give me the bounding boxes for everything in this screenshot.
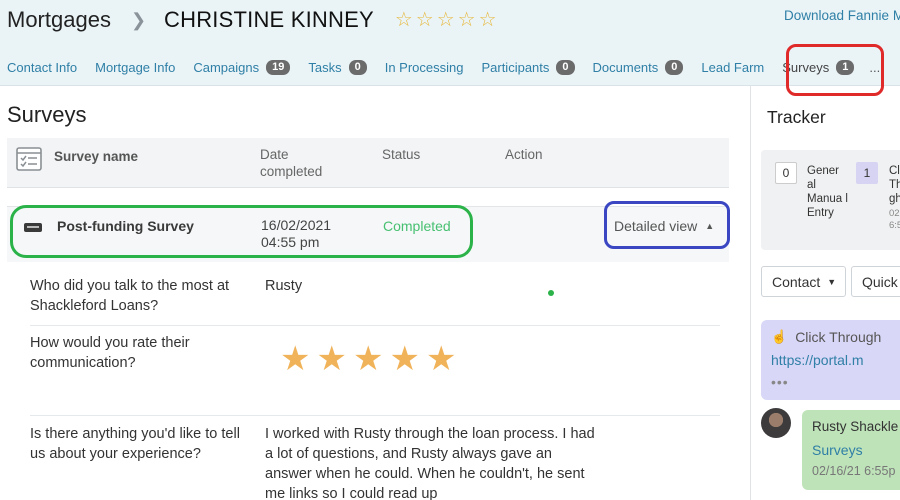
star-outline-icon[interactable]: ☆ bbox=[479, 10, 497, 30]
tab-label: Contact Info bbox=[7, 59, 78, 75]
click-through-title: ☝ Click Through bbox=[771, 329, 881, 345]
tab-label: Campaigns bbox=[193, 59, 260, 75]
surveys-panel: Surveys Survey name Date completed Statu… bbox=[0, 86, 750, 500]
tracker-title: Tracker bbox=[767, 107, 826, 127]
survey-question-item: Who did you talk to the most at Shacklef… bbox=[30, 262, 720, 326]
breadcrumb: Mortgages ❯ CHRISTINE KINNEY ☆ ☆ ☆ ☆ ☆ bbox=[7, 6, 497, 34]
question-text: Who did you talk to the most at Shacklef… bbox=[30, 278, 230, 314]
click-through-event[interactable]: ☝ Click Through https://portal.m ••• bbox=[761, 320, 900, 400]
tab-lead-farm[interactable]: Lead Farm bbox=[701, 60, 764, 75]
download-fannie-mae-link[interactable]: Download Fannie M bbox=[784, 8, 900, 23]
caret-down-icon: ▼ bbox=[827, 276, 837, 287]
breadcrumb-root[interactable]: Mortgages bbox=[7, 7, 111, 33]
client-name: CHRISTINE KINNEY bbox=[164, 7, 374, 32]
tab-participants[interactable]: Participants 0 bbox=[481, 59, 575, 75]
tab-contact-info[interactable]: Contact Info bbox=[7, 60, 77, 75]
count-badge: 0 bbox=[556, 59, 575, 75]
tab-tasks[interactable]: Tasks 0 bbox=[308, 59, 367, 75]
tab-label: Lead Farm bbox=[701, 59, 765, 75]
page-title: Surveys bbox=[7, 102, 87, 127]
survey-question-item: How would you rate their communication? … bbox=[30, 326, 720, 416]
star-outline-icon[interactable]: ☆ bbox=[458, 10, 476, 30]
tab-label: Tasks bbox=[308, 59, 342, 75]
tracker-count[interactable]: 1 bbox=[856, 162, 878, 184]
more-options-icon[interactable]: ••• bbox=[771, 374, 789, 390]
column-action: Action bbox=[505, 147, 543, 162]
column-date-line2: completed bbox=[260, 164, 323, 179]
tab-mortgage-info[interactable]: Mortgage Info bbox=[95, 60, 175, 75]
column-date-completed: Date completed bbox=[260, 146, 322, 180]
client-rating[interactable]: ☆ ☆ ☆ ☆ ☆ bbox=[395, 10, 497, 30]
tracker-sub: 02 6:5 bbox=[889, 208, 900, 231]
star-outline-icon[interactable]: ☆ bbox=[395, 10, 413, 30]
tab-campaigns[interactable]: Campaigns 19 bbox=[193, 59, 291, 75]
column-date-line1: Date bbox=[260, 147, 289, 162]
tracker-count[interactable]: 0 bbox=[775, 162, 797, 184]
annotation-dot bbox=[548, 290, 554, 296]
star-filled-icon: ★ bbox=[280, 340, 311, 378]
answer-text: I worked with Rusty through the loan pro… bbox=[265, 426, 595, 500]
contact-dropdown-button[interactable]: Contact ▼ bbox=[761, 266, 846, 297]
surveys-link[interactable]: Surveys bbox=[812, 442, 863, 458]
column-status: Status bbox=[382, 147, 421, 162]
count-badge: 19 bbox=[266, 59, 291, 75]
tab-documents[interactable]: Documents 0 bbox=[592, 59, 684, 75]
page-header: Mortgages ❯ CHRISTINE KINNEY ☆ ☆ ☆ ☆ ☆ D… bbox=[0, 0, 900, 86]
star-filled-icon: ★ bbox=[425, 340, 457, 378]
tracker-label: Gener al Manua l Entry bbox=[807, 165, 848, 219]
question-text: Is there anything you'd like to tell us … bbox=[30, 426, 240, 462]
tab-label: Mortgage Info bbox=[95, 59, 176, 75]
star-outline-icon[interactable]: ☆ bbox=[437, 10, 455, 30]
chevron-right-icon: ❯ bbox=[130, 9, 147, 30]
tracker-summary: 0 Gener al Manua l Entry 1 Cl Th gh 02 6… bbox=[761, 150, 900, 250]
survey-checklist-icon bbox=[16, 147, 42, 171]
event-timestamp: 02/16/21 6:55p bbox=[812, 464, 896, 478]
event-user-name: Rusty Shackle bbox=[812, 419, 899, 434]
column-survey-name: Survey name bbox=[54, 149, 139, 164]
star-filled-icon: ★ bbox=[389, 340, 420, 378]
count-badge: 0 bbox=[665, 59, 684, 75]
tab-in-processing[interactable]: In Processing bbox=[385, 60, 464, 75]
rating-stars: ★ ★ ★ ★ ★ bbox=[280, 342, 456, 376]
survey-question-item: Is there anything you'd like to tell us … bbox=[30, 416, 720, 500]
avatar bbox=[761, 408, 791, 438]
annotation-box-red bbox=[786, 44, 884, 96]
star-filled-icon: ★ bbox=[352, 340, 384, 378]
tracker-label: Cl Th gh bbox=[889, 165, 900, 205]
contact-label: Contact bbox=[772, 273, 821, 290]
answer-text: Rusty bbox=[265, 278, 303, 294]
count-badge: 0 bbox=[348, 59, 367, 75]
quick-action-button[interactable]: Quick A bbox=[851, 266, 900, 297]
table-header: Survey name Date completed Status Action bbox=[7, 138, 729, 188]
annotation-box-green bbox=[10, 205, 473, 258]
pointer-hand-icon: ☝ bbox=[771, 329, 788, 344]
tab-label: In Processing bbox=[384, 59, 464, 75]
question-text: How would you rate their communication? bbox=[30, 335, 190, 371]
survey-event[interactable]: Rusty Shackle Surveys 02/16/21 6:55p bbox=[802, 410, 900, 490]
star-outline-icon[interactable]: ☆ bbox=[416, 10, 434, 30]
tab-label: Participants bbox=[481, 59, 550, 75]
tab-bar: Contact Info Mortgage Info Campaigns 19 T… bbox=[0, 56, 880, 78]
click-through-label: Click Through bbox=[795, 329, 882, 345]
tab-label: Documents bbox=[592, 59, 659, 75]
tracker-panel: Tracker 0 Gener al Manua l Entry 1 Cl Th… bbox=[750, 86, 900, 500]
annotation-box-blue bbox=[604, 201, 730, 249]
portal-link[interactable]: https://portal.m bbox=[771, 352, 864, 368]
star-filled-icon: ★ bbox=[316, 340, 347, 378]
